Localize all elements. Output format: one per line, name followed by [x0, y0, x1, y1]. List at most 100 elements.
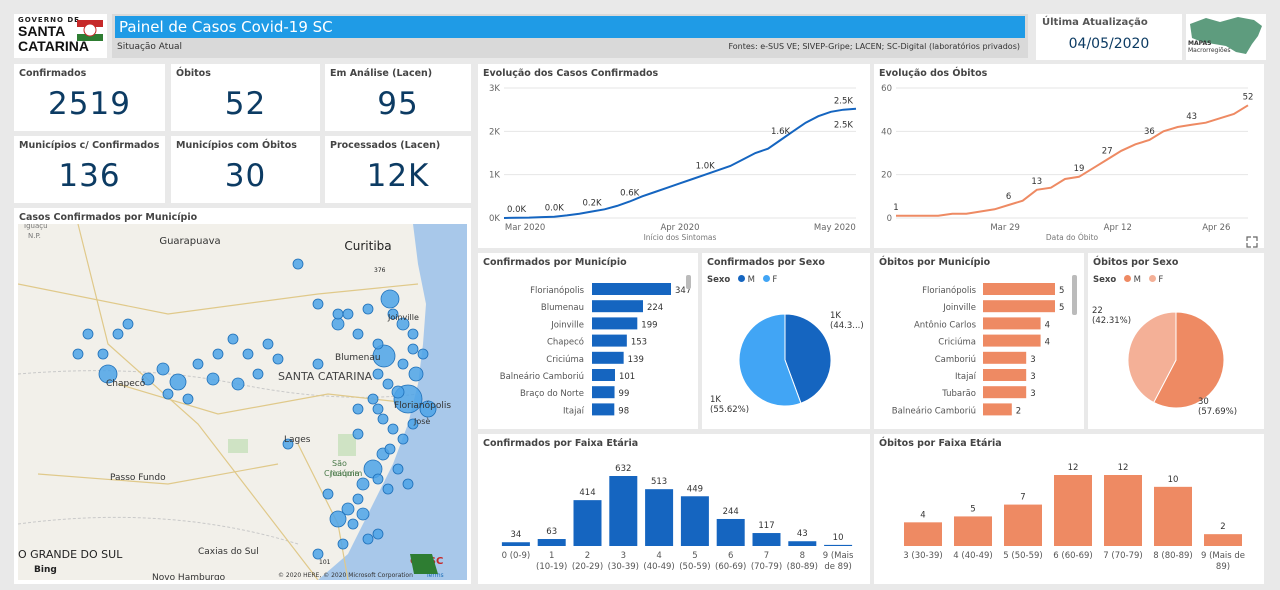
map-bubble[interactable]	[372, 368, 384, 380]
legend-f: F	[1158, 275, 1164, 285]
map-bubble[interactable]	[362, 533, 374, 545]
bar[interactable]	[592, 300, 643, 313]
map-bubble[interactable]	[382, 378, 394, 390]
map-bubble[interactable]	[231, 377, 245, 391]
bar[interactable]	[983, 317, 1041, 330]
map-bubble[interactable]	[408, 366, 424, 382]
map-bubble[interactable]	[337, 538, 349, 550]
map-bubble[interactable]	[347, 518, 359, 530]
map-bubble[interactable]	[122, 318, 134, 330]
map-bubble[interactable]	[402, 478, 414, 490]
bar[interactable]	[983, 351, 1027, 364]
map-bubble[interactable]	[342, 308, 354, 320]
map-canvas[interactable]: Guarapuava Curitiba Joinville Blumenau SANTA…	[18, 224, 467, 580]
bar[interactable]	[592, 403, 615, 416]
bar[interactable]	[573, 500, 602, 546]
map-bubble[interactable]	[384, 443, 396, 455]
map-bubble[interactable]	[362, 303, 374, 315]
map-bubble[interactable]	[262, 338, 274, 350]
bar[interactable]	[592, 386, 615, 399]
bar[interactable]	[645, 489, 674, 546]
bar[interactable]	[592, 283, 671, 295]
map-bubble[interactable]	[206, 372, 220, 386]
bar[interactable]	[1104, 475, 1142, 546]
bar[interactable]	[1054, 475, 1092, 546]
map-bubble[interactable]	[397, 358, 409, 370]
bar[interactable]	[537, 539, 566, 546]
bar[interactable]	[1154, 486, 1192, 546]
bar[interactable]	[824, 544, 853, 546]
map-bubble[interactable]	[322, 488, 334, 500]
expand-icon[interactable]	[1246, 236, 1258, 248]
map-bubble[interactable]	[212, 348, 224, 360]
bar[interactable]	[983, 300, 1055, 313]
map-bubble[interactable]	[97, 348, 109, 360]
map-bubble[interactable]	[162, 388, 174, 400]
scrollbar[interactable]	[1072, 275, 1077, 315]
scrollbar[interactable]	[686, 275, 691, 289]
map-bubble[interactable]	[352, 493, 364, 505]
map-bubble[interactable]	[392, 463, 404, 475]
bar[interactable]	[716, 518, 745, 546]
bar[interactable]	[592, 334, 627, 347]
map-bubble[interactable]	[312, 298, 324, 310]
bar[interactable]	[609, 476, 638, 546]
map-bubble[interactable]	[372, 528, 384, 540]
map-bubble[interactable]	[352, 403, 364, 415]
map-bubble[interactable]	[169, 373, 187, 391]
map-bubble[interactable]	[372, 473, 384, 485]
bar[interactable]	[592, 317, 638, 330]
map-bubble[interactable]	[242, 348, 254, 360]
bar[interactable]	[1204, 534, 1242, 546]
map-bubble[interactable]	[192, 358, 204, 370]
bar[interactable]	[954, 516, 992, 546]
map-bubble[interactable]	[156, 362, 170, 376]
bar[interactable]	[788, 541, 817, 546]
map-bubble[interactable]	[292, 258, 304, 270]
bar[interactable]	[983, 386, 1027, 399]
bar[interactable]	[983, 403, 1012, 416]
category-label: (10-19)	[536, 562, 567, 572]
map-bubble[interactable]	[312, 548, 324, 560]
bar[interactable]	[983, 369, 1027, 381]
bar[interactable]	[752, 533, 781, 546]
map-bubble[interactable]	[332, 308, 344, 320]
bar[interactable]	[904, 522, 942, 546]
map-bubble[interactable]	[380, 289, 400, 309]
bar[interactable]	[680, 496, 709, 546]
bar[interactable]	[1004, 504, 1042, 546]
map-bubble[interactable]	[329, 510, 347, 528]
bar[interactable]	[592, 369, 615, 381]
map-bubble[interactable]	[112, 328, 124, 340]
map-bubble[interactable]	[352, 328, 364, 340]
map-bubble[interactable]	[391, 385, 405, 399]
map-bubble[interactable]	[312, 358, 324, 370]
map-bubble[interactable]	[252, 368, 264, 380]
map-bubble[interactable]	[407, 328, 419, 340]
map-bubble[interactable]	[352, 428, 364, 440]
map-bubble[interactable]	[227, 333, 239, 345]
map-bubble[interactable]	[407, 343, 419, 355]
bar[interactable]	[592, 351, 624, 364]
map-bubble[interactable]	[82, 328, 94, 340]
map-bubble[interactable]	[367, 393, 379, 405]
bar[interactable]	[983, 283, 1055, 295]
map-bubble[interactable]	[331, 317, 345, 331]
map-bubble[interactable]	[272, 353, 284, 365]
legend: Sexo M F	[707, 275, 777, 285]
map-bubble[interactable]	[372, 338, 384, 350]
map-bubble[interactable]	[356, 477, 370, 491]
map-bubble[interactable]	[182, 393, 194, 405]
map-bubble[interactable]	[372, 403, 384, 415]
map-bubble[interactable]	[397, 433, 409, 445]
bar[interactable]	[501, 542, 530, 546]
map-bubble[interactable]	[356, 507, 370, 521]
maps-button[interactable]: MAPAS Macrorregiões	[1186, 14, 1266, 60]
map-bubble[interactable]	[377, 413, 389, 425]
map-copyright: © 2020 HERE, © 2020 Microsoft Corporatio…	[278, 572, 413, 579]
map-bubble[interactable]	[387, 423, 399, 435]
bar[interactable]	[983, 334, 1041, 347]
map-bubble[interactable]	[72, 348, 84, 360]
map-bubble[interactable]	[382, 483, 394, 495]
map-bubble[interactable]	[417, 348, 429, 360]
